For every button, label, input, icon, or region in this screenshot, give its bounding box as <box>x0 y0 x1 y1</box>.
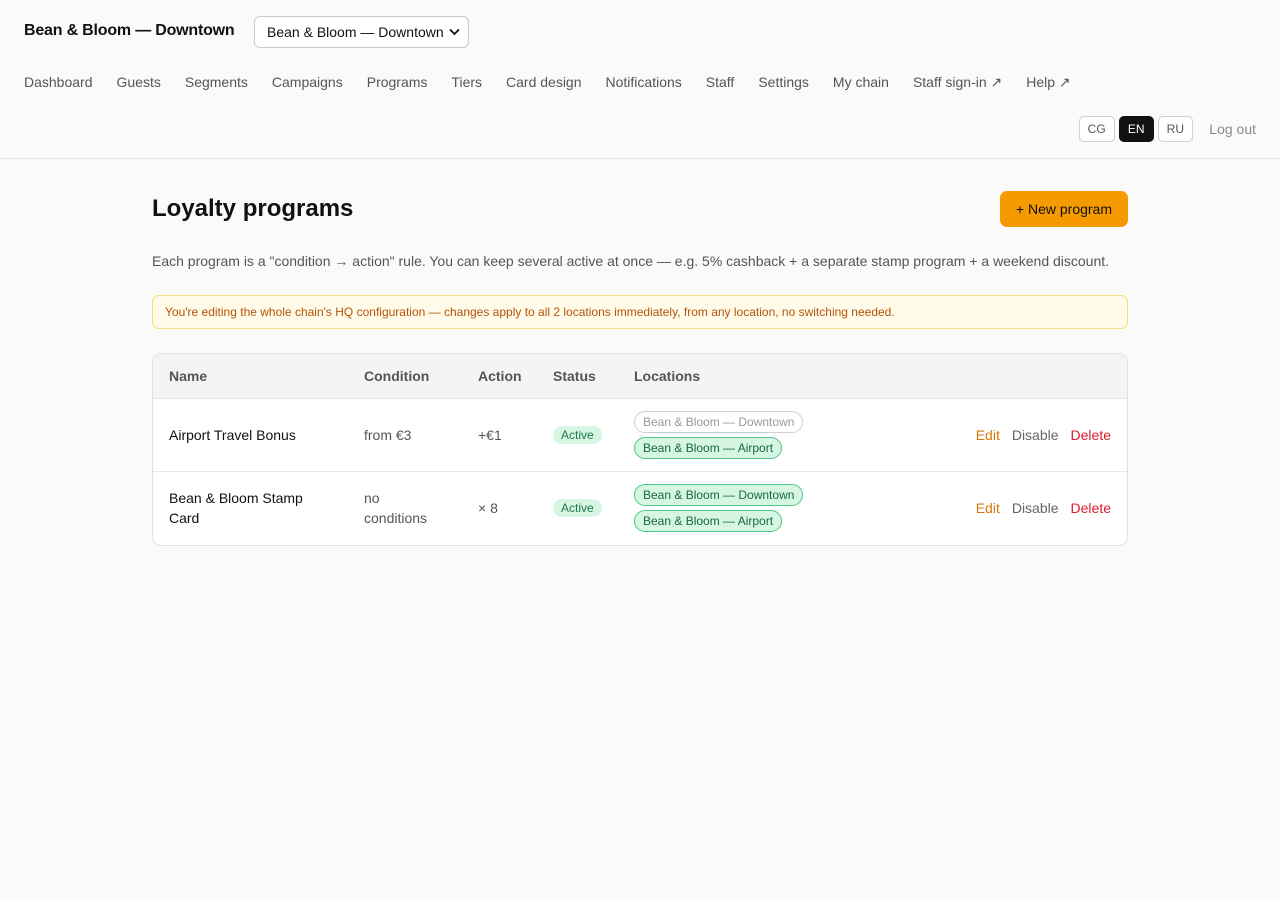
program-action: +€1 <box>478 427 502 443</box>
edit-button[interactable]: Edit <box>976 498 1000 518</box>
row-actions: Edit Disable Delete <box>976 425 1111 445</box>
nav-segments[interactable]: Segments <box>185 73 248 91</box>
location-select-value: Bean & Bloom — Downtown <box>267 24 444 40</box>
disable-button[interactable]: Disable <box>1012 498 1059 518</box>
nav-help[interactable]: Help ↗ <box>1026 73 1070 91</box>
chevron-down-icon <box>448 26 460 38</box>
nav-programs[interactable]: Programs <box>367 73 428 91</box>
nav-campaigns[interactable]: Campaigns <box>272 73 343 91</box>
table-row: Airport Travel Bonus from €3 +€1 Active … <box>153 399 1127 472</box>
edit-button[interactable]: Edit <box>976 425 1000 445</box>
table-header: Name Condition Action Status Locations <box>153 354 1127 399</box>
nav-staff-sign-in[interactable]: Staff sign-in ↗ <box>913 73 1002 91</box>
location-select[interactable]: Bean & Bloom — Downtown <box>254 16 469 48</box>
hq-notice: You're editing the whole chain's HQ conf… <box>152 295 1128 329</box>
location-chips: Bean & Bloom — Downtown Bean & Bloom — A… <box>634 484 804 532</box>
nav-settings[interactable]: Settings <box>758 73 809 91</box>
column-header-status: Status <box>553 368 596 384</box>
brand-name: Bean & Bloom — Downtown <box>24 22 235 39</box>
hq-notice-text: You're editing the whole chain's HQ conf… <box>165 305 895 319</box>
nav-guests[interactable]: Guests <box>117 73 161 91</box>
lang-button-ru[interactable]: RU <box>1157 116 1193 142</box>
column-header-condition: Condition <box>364 368 430 384</box>
lang-button-cg[interactable]: CG <box>1078 116 1115 142</box>
page-title: Loyalty programs <box>152 195 354 222</box>
nav-notifications[interactable]: Notifications <box>606 73 682 91</box>
programs-table: Name Condition Action Status Locations A… <box>152 353 1128 546</box>
program-condition: no conditions <box>364 490 428 526</box>
column-header-locations: Locations <box>634 368 701 384</box>
program-action: × 8 <box>478 500 498 516</box>
nav-dashboard[interactable]: Dashboard <box>24 73 93 91</box>
nav-card-design[interactable]: Card design <box>506 73 582 91</box>
delete-button[interactable]: Delete <box>1071 498 1111 518</box>
table-row: Bean & Bloom Stamp Card no conditions × … <box>153 472 1127 545</box>
column-header-action: Action <box>478 368 522 384</box>
column-header-name: Name <box>169 368 208 384</box>
nav-tiers[interactable]: Tiers <box>451 73 482 91</box>
location-chip-airport[interactable]: Bean & Bloom — Airport <box>634 510 783 532</box>
delete-button[interactable]: Delete <box>1071 425 1111 445</box>
disable-button[interactable]: Disable <box>1012 425 1059 445</box>
status-badge: Active <box>553 426 602 444</box>
location-chip-airport[interactable]: Bean & Bloom — Airport <box>634 437 783 459</box>
nav-staff[interactable]: Staff <box>706 73 735 91</box>
location-chips: Bean & Bloom — Downtown Bean & Bloom — A… <box>634 411 804 459</box>
location-chip-downtown[interactable]: Bean & Bloom — Downtown <box>634 411 804 433</box>
logout-link[interactable]: Log out <box>1209 121 1256 137</box>
status-badge: Active <box>553 499 602 517</box>
new-program-button[interactable]: + New program <box>999 191 1128 227</box>
program-name: Bean & Bloom Stamp Card <box>169 490 303 526</box>
app-header: Bean & Bloom — Downtown Bean & Bloom — D… <box>0 0 1280 159</box>
language-switcher: CG EN RU <box>1078 116 1193 142</box>
location-chip-downtown[interactable]: Bean & Bloom — Downtown <box>634 484 804 506</box>
nav-my-chain[interactable]: My chain <box>833 73 889 91</box>
program-name: Airport Travel Bonus <box>169 427 296 443</box>
page-description: Each program is a "condition → action" r… <box>152 253 1110 269</box>
main-nav: Dashboard Guests Segments Campaigns Prog… <box>24 73 1095 91</box>
program-condition: from €3 <box>364 427 412 443</box>
lang-button-en[interactable]: EN <box>1118 116 1154 142</box>
row-actions: Edit Disable Delete <box>976 498 1111 518</box>
